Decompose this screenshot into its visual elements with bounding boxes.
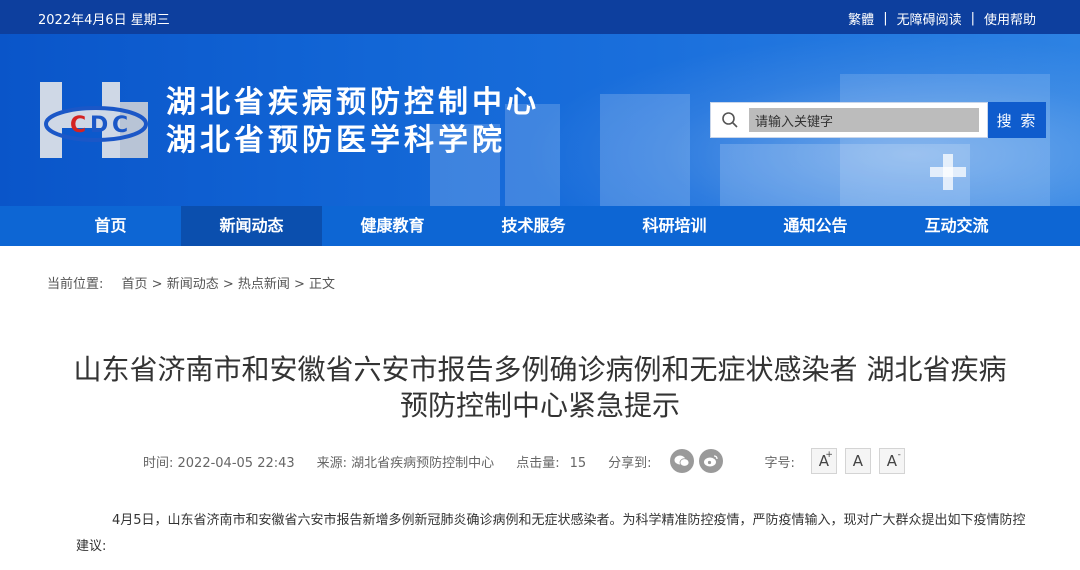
nav-item-technical-services[interactable]: 技术服务 [463,206,604,246]
separator: | [970,11,975,26]
help-link[interactable]: 使用帮助 [984,9,1036,28]
font-button-letter: A [852,452,864,470]
search-icon [711,111,749,129]
click-count: 点击量: 15 [516,452,586,471]
site-title-line2: 湖北省预防医学科学院 [166,123,506,158]
header-banner: C D C 湖北省疾病预防控制中心 湖北省预防医学科学院 搜 索 [0,34,1080,206]
font-button-letter: A [886,452,898,470]
click-count-value: 15 [569,455,587,471]
publish-time: 时间: 2022-04-05 22:43 [143,455,295,471]
article-title-line1: 山东省济南市和安徽省六安市报告多例确诊病例和无症状感染者 湖北省疾病 [73,353,1007,386]
article-title: 山东省济南市和安徽省六安市报告多例确诊病例和无症状感染者 湖北省疾病 预防控制中… [20,352,1060,424]
svg-text:D: D [90,113,108,138]
article-title-line2: 预防控制中心紧急提示 [399,389,680,422]
svg-text:C: C [70,113,86,138]
breadcrumb-label: 当前位置: [47,277,104,292]
nav-item-notices[interactable]: 通知公告 [745,206,886,246]
font-decrease-button[interactable]: A- [878,448,905,474]
click-count-label: 点击量: [516,455,560,471]
font-increase-mark: + [825,450,833,460]
breadcrumb: 当前位置: 首页 > 新闻动态 > 热点新闻 > 正文 [47,273,335,292]
date-text: 2022年4月6日 星期三 [38,13,170,28]
font-reset-button[interactable]: A [844,448,871,474]
font-increase-button[interactable]: A + [810,448,837,474]
nav-item-home[interactable]: 首页 [40,206,181,246]
breadcrumb-path[interactable]: 首页 > 新闻动态 > 热点新闻 > 正文 [122,277,335,292]
article-source: 来源: 湖北省疾病预防控制中心 [316,455,495,471]
article-meta: 时间: 2022-04-05 22:43 来源: 湖北省疾病预防控制中心 点击量… [143,446,927,476]
share-label: 分享到: [608,455,652,471]
accessibility-link[interactable]: 无障碍阅读 [897,9,962,28]
share-section: 分享到: [608,449,723,473]
search-box [710,102,988,138]
search-input[interactable] [749,108,979,132]
font-decrease-mark: - [897,450,901,460]
traditional-chinese-link[interactable]: 繁體 [848,9,874,28]
nav-item-interaction[interactable]: 互动交流 [886,206,1027,246]
weibo-icon[interactable] [698,449,723,473]
nav-item-health-education[interactable]: 健康教育 [322,206,463,246]
wechat-icon[interactable] [669,449,694,473]
separator: | [883,11,888,26]
top-links: 繁體 | 无障碍阅读 | 使用帮助 [848,9,1036,28]
site-title: 湖北省疾病预防控制中心 湖北省预防医学科学院 [166,84,540,160]
svg-text:C: C [112,113,128,138]
article-paragraph: 4月5日，山东省济南市和安徽省六安市报告新增多例新冠肺炎确诊病例和无症状感染者。… [76,513,1026,554]
font-size-label: 字号: [764,455,795,471]
search-button[interactable]: 搜 索 [988,102,1046,138]
cross-icon [930,154,966,190]
main-nav: 首页 新闻动态 健康教育 技术服务 科研培训 通知公告 互动交流 [0,206,1080,246]
building-silhouette [600,94,690,206]
hbcdc-logo-icon: C D C [40,82,148,158]
site-title-line1: 湖北省疾病预防控制中心 [166,85,540,120]
nav-item-research-training[interactable]: 科研培训 [604,206,745,246]
search-bar: 搜 索 [710,102,1046,138]
top-bar: 2022年4月6日 星期三 繁體 | 无障碍阅读 | 使用帮助 [0,0,1080,34]
article-body: 4月5日，山东省济南市和安徽省六安市报告新增多例新冠肺炎确诊病例和无症状感染者。… [76,508,1036,560]
nav-item-news[interactable]: 新闻动态 [181,206,322,246]
font-size-section: 字号: A + A A- [765,448,905,474]
